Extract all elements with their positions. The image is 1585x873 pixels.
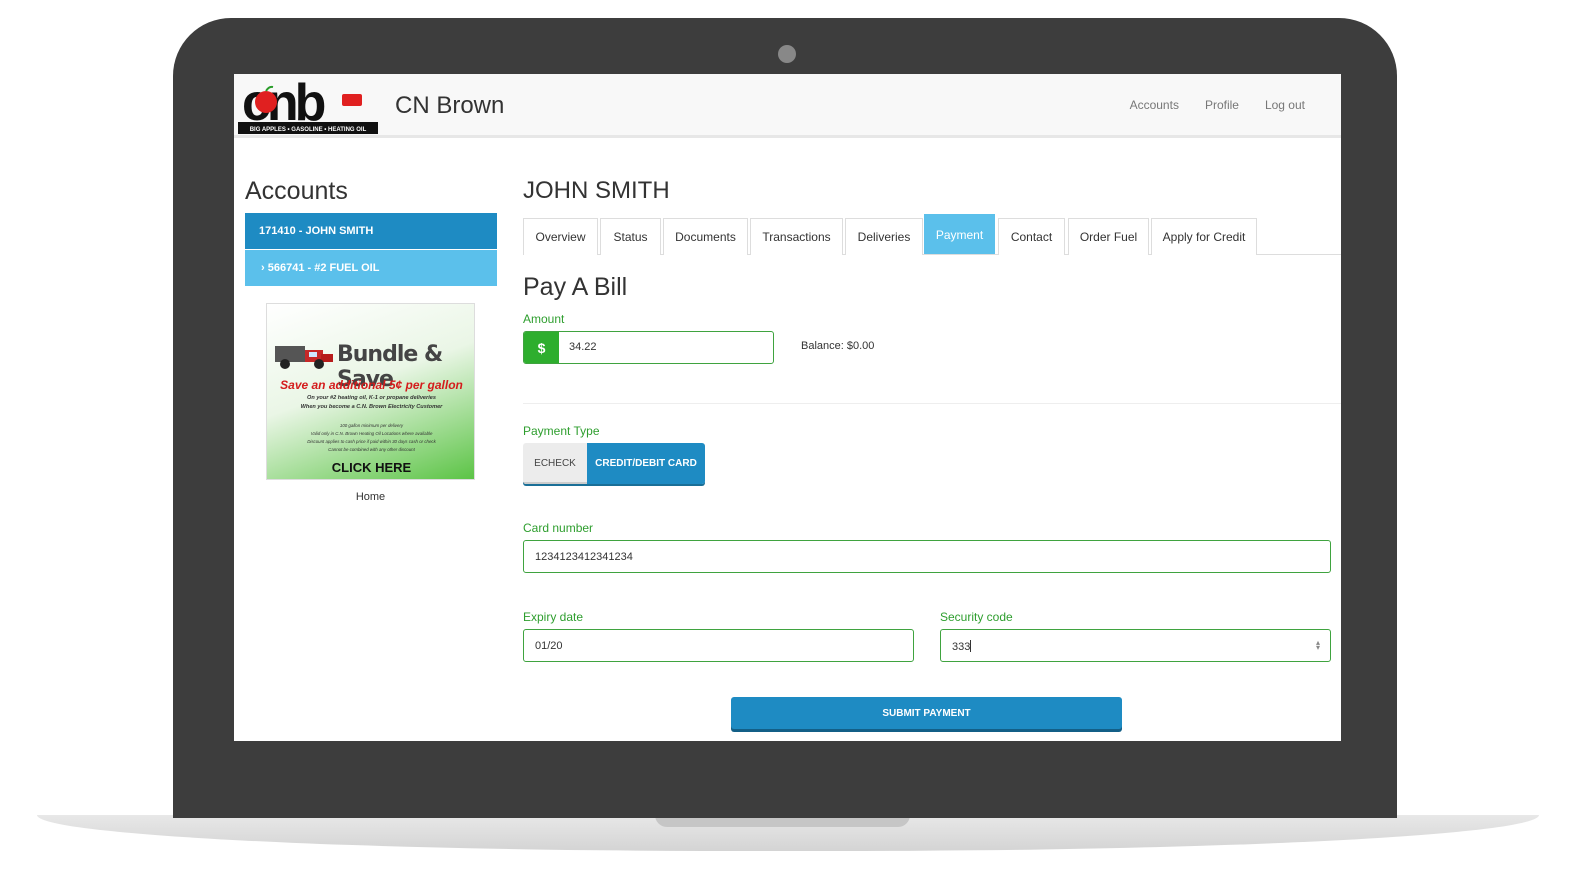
tab-bar: Overview Status Documents Transactions D…: [523, 214, 1341, 255]
tab-documents[interactable]: Documents: [663, 218, 748, 255]
tab-contact[interactable]: Contact: [998, 218, 1065, 255]
expiry-label: Expiry date: [523, 610, 584, 624]
nav-links: Accounts Profile Log out: [1130, 98, 1305, 112]
promo-fine-line: Discount applies to cash price if paid w…: [307, 439, 436, 444]
tab-overview[interactable]: Overview: [523, 218, 598, 255]
divider: [523, 403, 1341, 404]
card-number-label: Card number: [523, 521, 594, 535]
promo-line: When you become a C.N. Brown Electricity…: [300, 404, 443, 410]
account-sub-label: 566741 - #2 FUEL OIL: [267, 262, 380, 274]
promo-fine-line: Valid only in C.N. Brown Heating Oil Loc…: [310, 431, 433, 436]
tab-transactions[interactable]: Transactions: [750, 218, 843, 255]
payment-type-label: Payment Type: [523, 424, 600, 438]
nav-profile-link[interactable]: Profile: [1205, 98, 1239, 112]
brand-name[interactable]: CN Brown: [395, 92, 504, 120]
balance-text: Balance: $0.00: [801, 340, 875, 352]
promo-line: On your #2 heating oil, K-1 or propane d…: [307, 395, 436, 401]
promo-fine-line: Cannot be combined with any other discou…: [328, 447, 415, 452]
amount-field[interactable]: $ 34.22: [523, 331, 774, 364]
stepper-icon[interactable]: ▴ ▾: [1316, 639, 1320, 652]
browser-screen: BIG APPLES • GASOLINE • HEATING OIL cnb …: [234, 74, 1341, 741]
section-title: Pay A Bill: [523, 273, 628, 301]
account-item-sub[interactable]: › 566741 - #2 FUEL OIL: [245, 250, 497, 286]
chevron-right-icon: ›: [261, 262, 265, 274]
promo-caption[interactable]: Home: [266, 491, 475, 503]
nav-logout-link[interactable]: Log out: [1265, 98, 1305, 112]
security-code-label: Security code: [940, 610, 1013, 624]
card-number-input[interactable]: 1234123412341234: [523, 540, 1331, 573]
security-code-value: 333: [952, 641, 971, 653]
card-button[interactable]: CREDIT/DEBIT CARD: [587, 443, 705, 484]
amount-label: Amount: [523, 312, 565, 326]
tab-status[interactable]: Status: [600, 218, 661, 255]
navbar: BIG APPLES • GASOLINE • HEATING OIL cnb …: [234, 74, 1341, 138]
promo-details: On your #2 heating oil, K-1 or propane d…: [277, 394, 466, 412]
dollar-icon: $: [524, 332, 559, 363]
nav-accounts-link[interactable]: Accounts: [1130, 98, 1179, 112]
accounts-heading: Accounts: [245, 177, 348, 205]
promo-cta[interactable]: CLICK HERE: [267, 460, 474, 475]
promo-fine-print: 100 gallon minimum per delivery Valid on…: [277, 422, 466, 454]
account-item-active[interactable]: 171410 - JOHN SMITH: [245, 213, 497, 249]
promo-headline: Save an additional 5¢ per gallon: [280, 378, 463, 392]
promo-fine-line: 100 gallon minimum per delivery: [339, 423, 404, 428]
submit-payment-button[interactable]: SUBMIT PAYMENT: [731, 697, 1122, 729]
tab-order-fuel[interactable]: Order Fuel: [1068, 218, 1149, 255]
promo-banner[interactable]: Bundle & Save Save an additional 5¢ per …: [266, 303, 475, 480]
payment-type-toggle: ECHECK CREDIT/DEBIT CARD: [523, 443, 705, 484]
security-code-input[interactable]: 333 ▴ ▾: [940, 629, 1331, 662]
tab-apply-credit[interactable]: Apply for Credit: [1151, 218, 1257, 255]
amount-value[interactable]: 34.22: [569, 341, 597, 353]
tab-deliveries[interactable]: Deliveries: [845, 218, 923, 255]
expiry-input[interactable]: 01/20: [523, 629, 914, 662]
truck-icon: [275, 346, 333, 369]
tab-payment[interactable]: Payment: [924, 214, 995, 254]
camera-icon: [778, 45, 796, 63]
text-caret: [970, 640, 972, 652]
echeck-button[interactable]: ECHECK: [523, 443, 587, 484]
cnb-logo[interactable]: BIG APPLES • GASOLINE • HEATING OIL cnb: [238, 76, 378, 134]
svg-text:cnb: cnb: [242, 76, 325, 132]
customer-name: JOHN SMITH: [523, 177, 670, 204]
